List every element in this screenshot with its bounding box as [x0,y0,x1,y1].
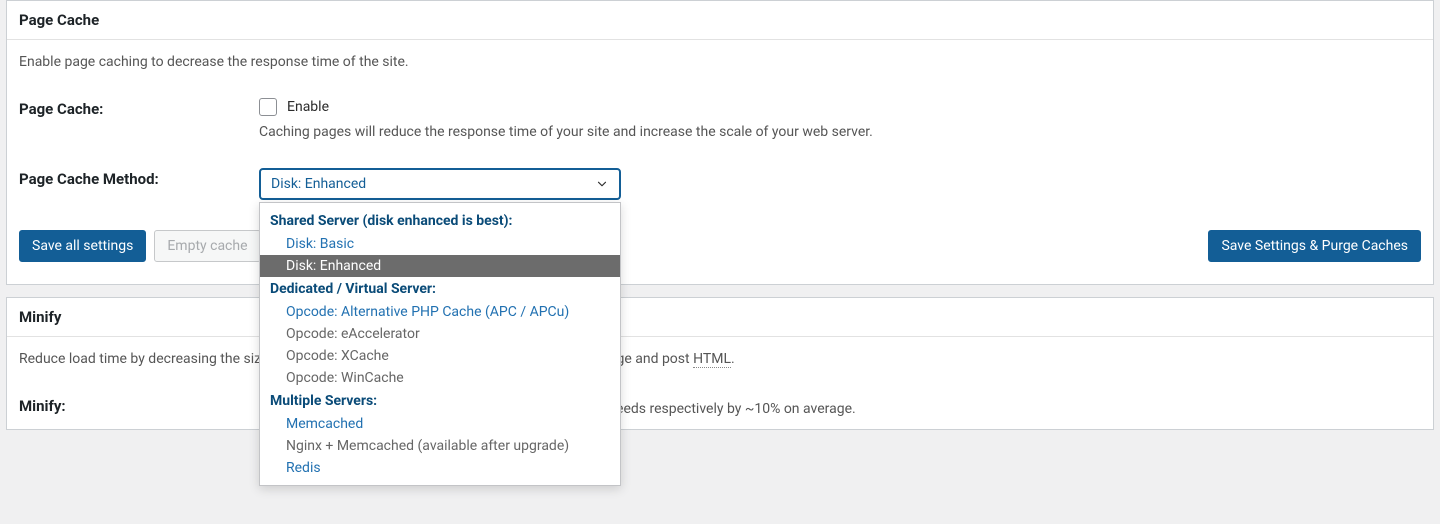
minify-body: Reduce load time by decreasing the size … [7,337,1433,429]
chevron-down-icon [595,177,609,191]
dropdown-group-label: Dedicated / Virtual Server: [260,277,620,301]
dropdown-option[interactable]: Redis [260,457,620,479]
minify-desc-prefix: Reduce load time by decreasing the siz [19,351,261,367]
save-purge-button[interactable]: Save Settings & Purge Caches [1208,230,1421,262]
dropdown-group-label: Shared Server (disk enhanced is best): [260,209,620,233]
empty-cache-button[interactable]: Empty cache [154,230,260,262]
page-cache-enable-checkbox-label[interactable]: Enable [287,99,329,115]
dropdown-option[interactable]: Nginx + Memcached (available after upgra… [260,435,620,457]
page-cache-enable-checkbox-line: Enable [259,98,1421,116]
page-cache-enable-help: Caching pages will reduce the response t… [259,124,1421,140]
dropdown-group-label: Multiple Servers: [260,389,620,413]
page-cache-method-dropdown: Shared Server (disk enhanced is best):Di… [259,202,621,486]
minify-description: Reduce load time by decreasing the size … [19,351,1421,367]
minify-panel: Minify Reduce load time by decreasing th… [6,297,1434,430]
dropdown-option[interactable]: Opcode: eAccelerator [260,323,620,345]
minify-enable-row: Minify: Minification can decrease file s… [19,395,1421,417]
html-abbr: HTML [693,351,731,368]
page-cache-body: Enable page caching to decrease the resp… [7,40,1433,230]
page-cache-method-row: Page Cache Method: Disk: Enhanced Shared… [19,168,1421,200]
page-cache-enable-row: Page Cache: Enable Caching pages will re… [19,98,1421,140]
dropdown-option[interactable]: Opcode: Alternative PHP Cache (APC / APC… [260,301,620,323]
page-cache-method-selected-value: Disk: Enhanced [271,176,366,192]
page-cache-panel: Page Cache Enable page caching to decrea… [6,0,1434,285]
page-cache-method-select[interactable]: Disk: Enhanced [259,168,621,200]
page-cache-enable-checkbox[interactable] [259,98,277,116]
page-cache-method-control: Disk: Enhanced Shared Server (disk enhan… [259,168,1421,200]
page-cache-method-select-wrap: Disk: Enhanced Shared Server (disk enhan… [259,168,621,200]
page-cache-description: Enable page caching to decrease the resp… [19,54,1421,70]
page-cache-method-label: Page Cache Method: [19,168,259,188]
dropdown-option[interactable]: Disk: Enhanced [260,255,620,277]
dropdown-option[interactable]: Memcached [260,413,620,435]
dropdown-option[interactable]: Disk: Basic [260,233,620,255]
minify-title: Minify [7,298,1433,337]
page-cache-enable-control: Enable Caching pages will reduce the res… [259,98,1421,140]
dropdown-option[interactable]: Opcode: WinCache [260,367,620,389]
save-all-settings-button[interactable]: Save all settings [19,230,146,262]
minify-field-label: Minify: [19,395,259,415]
page-cache-title: Page Cache [7,1,1433,40]
dropdown-option[interactable]: Opcode: XCache [260,345,620,367]
page-cache-button-row: Save all settings Empty cache Save Setti… [7,230,1433,284]
page-cache-enable-label: Page Cache: [19,98,259,118]
